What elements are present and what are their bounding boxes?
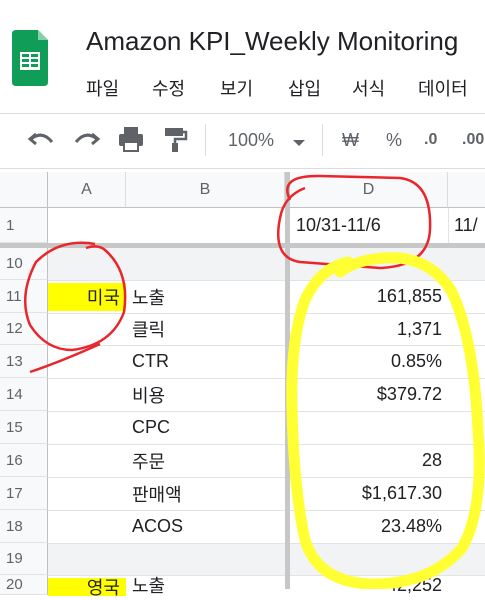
row-header[interactable]: 14	[0, 378, 48, 411]
metric-label-cell[interactable]: 노출	[132, 280, 165, 313]
print-icon[interactable]	[116, 124, 146, 159]
zoom-select[interactable]: 100%	[228, 123, 274, 157]
decrease-decimal-button[interactable]: .0	[424, 123, 437, 157]
metric-label-cell[interactable]: 비용	[132, 378, 165, 411]
metric-label-cell[interactable]: 판매액	[132, 477, 182, 510]
percent-format-button[interactable]: %	[386, 123, 402, 157]
row-header[interactable]: 17	[0, 477, 48, 510]
row-border	[48, 575, 485, 576]
cell-border	[448, 208, 449, 243]
menu-data[interactable]: 데이터	[418, 75, 468, 101]
toolbar-separator	[322, 124, 323, 156]
toolbar-separator	[205, 124, 206, 156]
currency-format-button[interactable]: ₩	[342, 123, 359, 157]
metric-label-cell[interactable]: 주문	[132, 444, 165, 477]
menu-view[interactable]: 보기	[220, 75, 253, 101]
sheets-logo-icon[interactable]	[10, 28, 50, 88]
region-cell[interactable]: 미국	[48, 283, 126, 311]
row-border	[48, 510, 485, 511]
metric-label-cell[interactable]: 노출	[132, 575, 165, 596]
spacer-row[interactable]	[48, 248, 485, 280]
metric-label-cell[interactable]: ACOS	[132, 510, 183, 543]
row-header[interactable]: 19	[0, 543, 48, 575]
column-header-b[interactable]: B	[126, 172, 285, 208]
row-header[interactable]: 15	[0, 411, 48, 444]
spacer-row[interactable]	[48, 543, 485, 575]
row-header[interactable]: 13	[0, 345, 48, 378]
metric-label-cell[interactable]: CPC	[132, 411, 170, 444]
row-border	[48, 411, 485, 412]
metric-label-cell[interactable]: CTR	[132, 345, 169, 378]
toolbar-divider	[0, 168, 485, 169]
region-cell[interactable]: 영국	[48, 578, 126, 598]
select-all-corner[interactable]	[0, 172, 48, 208]
row-header[interactable]: 18	[0, 510, 48, 543]
column-header-d[interactable]: D	[290, 172, 448, 208]
chevron-down-icon[interactable]	[292, 135, 306, 153]
row-border	[48, 444, 485, 445]
row-border	[48, 313, 485, 314]
row-border	[48, 378, 485, 379]
row-header[interactable]: 16	[0, 444, 48, 477]
metric-value-cell[interactable]: 1,371	[290, 313, 442, 345]
menu-file[interactable]: 파일	[86, 75, 119, 101]
row-border	[48, 477, 485, 478]
row-header[interactable]: 10	[0, 248, 48, 280]
undo-icon[interactable]	[26, 126, 56, 157]
menu-insert[interactable]: 삽입	[288, 75, 321, 101]
increase-decimal-button[interactable]: .00	[462, 123, 485, 157]
row-border	[48, 543, 485, 544]
column-header-a[interactable]: A	[48, 172, 126, 208]
metric-value-cell[interactable]: 161,855	[290, 280, 442, 313]
metric-value-cell[interactable]: 28	[290, 444, 442, 477]
next-date-range-cell[interactable]: 11/	[454, 208, 478, 243]
frozen-column-divider[interactable]	[285, 172, 290, 589]
row-header[interactable]: 11	[0, 280, 48, 313]
metric-value-cell[interactable]: $379.72	[290, 378, 442, 411]
metric-value-cell[interactable]: $1,617.30	[290, 477, 442, 510]
row-header[interactable]: 20	[0, 575, 48, 595]
redo-icon[interactable]	[72, 126, 102, 157]
menu-edit[interactable]: 수정	[152, 75, 185, 101]
row-header[interactable]: 1	[0, 208, 48, 243]
document-title[interactable]: Amazon KPI_Weekly Monitoring	[86, 26, 458, 57]
header-divider	[0, 113, 485, 114]
metric-value-cell[interactable]: 42,252	[290, 575, 442, 595]
date-range-cell[interactable]: 10/31-11/6	[296, 208, 381, 243]
metric-label-cell[interactable]: 클릭	[132, 313, 165, 345]
metric-value-cell[interactable]: 0.85%	[290, 345, 442, 378]
row-header[interactable]: 12	[0, 313, 48, 345]
row-border	[48, 345, 485, 346]
menu-format[interactable]: 서식	[352, 75, 385, 101]
paint-format-icon[interactable]	[160, 124, 190, 159]
column-header-e[interactable]	[448, 172, 485, 208]
row-border	[48, 280, 485, 281]
metric-value-cell[interactable]: 23.48%	[290, 510, 442, 543]
